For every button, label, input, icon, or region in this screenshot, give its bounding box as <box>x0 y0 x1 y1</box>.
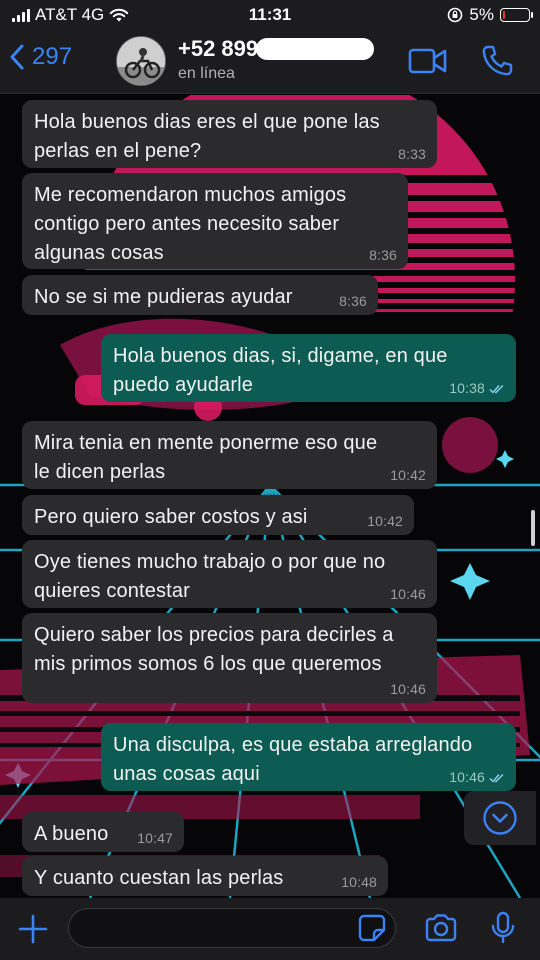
message-text: Mira tenia en mente ponerme eso que le di… <box>34 432 378 483</box>
message-time: 8:36 <box>369 247 397 263</box>
message-incoming[interactable]: Me recomendaron muchos amigos contigo per… <box>22 173 408 269</box>
chevron-left-icon <box>10 44 24 70</box>
contact-info[interactable]: +52 899 en línea <box>178 36 375 83</box>
message-time: 10:46 <box>390 681 426 697</box>
battery-percent: 5% <box>469 5 494 24</box>
status-bar: AT&T 4G 11:31 5% <box>0 0 540 30</box>
message-text: Hola buenos dias, si, digame, en que pued… <box>113 345 448 396</box>
message-incoming[interactable]: Mira tenia en mente ponerme eso que le di… <box>22 421 437 489</box>
message-time: 8:36 <box>339 293 367 309</box>
status-right: 5% <box>447 5 533 25</box>
orientation-lock-icon <box>448 7 463 23</box>
presence-status: en línea <box>178 65 235 82</box>
message-composer <box>0 898 540 960</box>
message-input[interactable] <box>68 908 396 948</box>
contact-number-row: +52 899 <box>178 36 375 62</box>
message-outgoing[interactable]: Una disculpa, es que estaba arreglando un… <box>101 723 516 791</box>
message-text: Me recomendaron muchos amigos contigo per… <box>34 184 347 264</box>
message-time: 10:48 <box>341 874 377 890</box>
back-button[interactable]: 297 <box>10 43 72 71</box>
avatar-image <box>117 37 165 85</box>
message-incoming[interactable]: Quiero saber los precios para decirles a… <box>22 613 437 703</box>
read-receipt-icon <box>489 385 504 394</box>
message-incoming[interactable]: Oye tienes mucho trabajo o por que no qui… <box>22 540 437 608</box>
message-time: 10:42 <box>367 513 403 529</box>
battery-icon <box>500 8 533 22</box>
plus-icon[interactable] <box>18 914 48 944</box>
message-text: Una disculpa, es que estaba arreglando un… <box>113 734 473 785</box>
scroll-to-bottom-button[interactable] <box>464 791 536 845</box>
message-incoming[interactable]: No se si me pudieras ayudar 8:36 <box>22 275 378 315</box>
message-text: Y cuanto cuestan las perlas <box>34 867 284 889</box>
message-time: 10:46 <box>390 586 426 602</box>
camera-icon[interactable] <box>424 914 458 942</box>
message-text: Pero quiero saber costos y asi <box>34 506 308 528</box>
message-time: 10:38 <box>449 381 505 395</box>
sticker-icon[interactable] <box>358 914 386 942</box>
message-time: 8:33 <box>398 146 426 162</box>
message-incoming[interactable]: Hola buenos dias eres el que pone las per… <box>22 100 437 168</box>
redaction-mark <box>256 38 375 60</box>
unread-count: 297 <box>32 43 73 70</box>
read-receipt-icon <box>489 774 504 783</box>
message-incoming[interactable]: Y cuanto cuestan las perlas 10:48 <box>22 856 388 896</box>
message-incoming[interactable]: A bueno 10:47 <box>22 812 184 852</box>
phone-icon[interactable] <box>480 44 514 78</box>
chat-area[interactable]: Hola buenos dias eres el que pone las per… <box>0 95 540 898</box>
avatar[interactable] <box>116 36 166 86</box>
contact-number: +52 899 <box>178 36 259 61</box>
video-call-icon[interactable] <box>408 46 448 76</box>
chat-header: 297 +52 899 en línea <box>0 30 540 94</box>
microphone-icon[interactable] <box>490 911 516 945</box>
message-outgoing[interactable]: Hola buenos dias, si, digame, en que pued… <box>101 334 516 402</box>
message-time: 10:47 <box>137 830 173 846</box>
chevron-down-circle-icon <box>483 801 517 835</box>
message-incoming[interactable]: Pero quiero saber costos y asi 10:42 <box>22 495 414 535</box>
message-text: Oye tienes mucho trabajo o por que no qui… <box>34 551 386 602</box>
message-time: 10:46 <box>449 770 505 784</box>
message-text: Quiero saber los precios para decirles a… <box>34 624 394 675</box>
message-text: Hola buenos dias eres el que pone las per… <box>34 111 380 162</box>
message-text: No se si me pudieras ayudar <box>34 286 293 308</box>
message-time: 10:42 <box>390 467 426 483</box>
